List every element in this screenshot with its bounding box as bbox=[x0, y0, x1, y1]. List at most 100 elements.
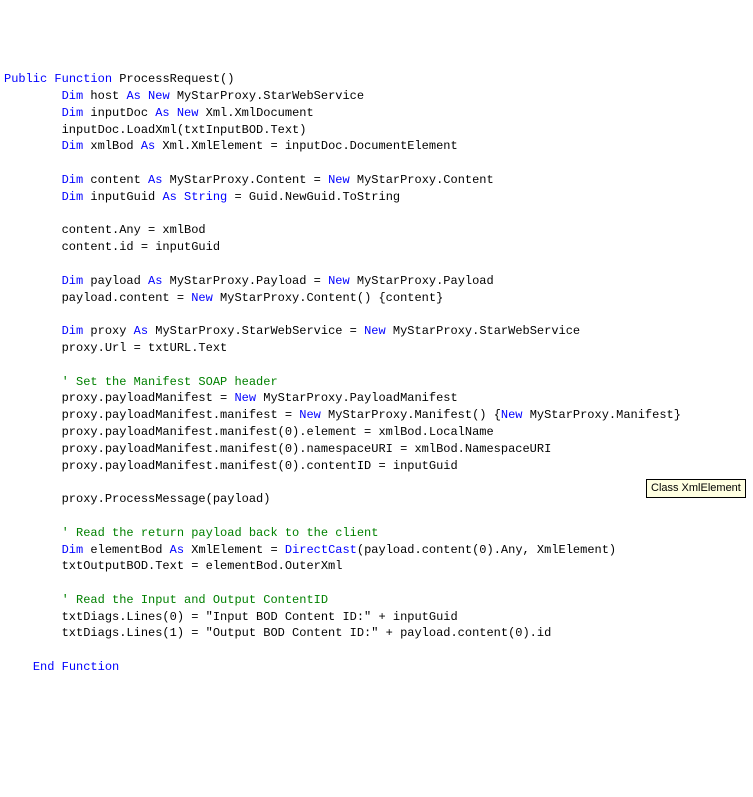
code-line: Dim payload As MyStarProxy.Payload = New… bbox=[4, 273, 749, 290]
code-line: Dim xmlBod As Xml.XmlElement = inputDoc.… bbox=[4, 138, 749, 155]
code-text: Xml.XmlElement = inputDoc.DocumentElemen… bbox=[155, 139, 457, 153]
blank-line bbox=[4, 357, 749, 374]
keyword: Dim bbox=[62, 274, 84, 288]
code-text bbox=[170, 106, 177, 120]
blank-line bbox=[4, 206, 749, 223]
code-line: txtDiags.Lines(0) = "Input BOD Content I… bbox=[4, 609, 749, 626]
code-text bbox=[177, 190, 184, 204]
keyword: String bbox=[184, 190, 227, 204]
code-text: ProcessRequest() bbox=[112, 72, 234, 86]
code-text: content bbox=[83, 173, 148, 187]
code-text bbox=[141, 89, 148, 103]
code-text: = Guid.NewGuid.ToString bbox=[227, 190, 400, 204]
keyword: Dim bbox=[62, 543, 84, 557]
code-text: MyStarProxy.StarWebService = bbox=[148, 324, 364, 338]
keyword: As bbox=[126, 89, 140, 103]
keyword: Dim bbox=[62, 173, 84, 187]
code-line: proxy.ProcessMessage(payload) bbox=[4, 491, 749, 508]
keyword: New bbox=[234, 391, 256, 405]
code-line: Dim host As New MyStarProxy.StarWebServi… bbox=[4, 88, 749, 105]
code-line: Public Function ProcessRequest() bbox=[4, 71, 749, 88]
code-line: payload.content = New MyStarProxy.Conten… bbox=[4, 290, 749, 307]
keyword: New bbox=[191, 291, 213, 305]
indent bbox=[4, 173, 62, 187]
code-line: ' Read the Input and Output ContentID bbox=[4, 592, 749, 609]
code-text: xmlBod bbox=[83, 139, 141, 153]
code-line: proxy.payloadManifest.manifest = New MyS… bbox=[4, 407, 749, 424]
indent bbox=[4, 593, 62, 607]
code-line: Dim inputGuid As String = Guid.NewGuid.T… bbox=[4, 189, 749, 206]
keyword: Function bbox=[62, 660, 120, 674]
code-text: MyStarProxy.Content = bbox=[162, 173, 328, 187]
indent bbox=[4, 190, 62, 204]
code-text: proxy.payloadManifest.manifest = bbox=[4, 408, 299, 422]
code-text: MyStarProxy.Manifest() { bbox=[321, 408, 501, 422]
indent bbox=[4, 324, 62, 338]
keyword: As bbox=[141, 139, 155, 153]
keyword: Public bbox=[4, 72, 47, 86]
code-text: MyStarProxy.Payload bbox=[350, 274, 494, 288]
code-line: txtOutputBOD.Text = elementBod.OuterXml bbox=[4, 558, 749, 575]
keyword: Dim bbox=[62, 139, 84, 153]
code-line: proxy.payloadManifest.manifest(0).conten… bbox=[4, 458, 749, 475]
keyword: New bbox=[299, 408, 321, 422]
code-line: Dim inputDoc As New Xml.XmlDocument bbox=[4, 105, 749, 122]
keyword: As bbox=[155, 106, 169, 120]
blank-line bbox=[4, 642, 749, 659]
keyword: Function bbox=[54, 72, 112, 86]
indent bbox=[4, 139, 62, 153]
comment: ' Read the return payload back to the cl… bbox=[62, 526, 379, 540]
blank-line bbox=[4, 474, 749, 491]
code-text: MyStarProxy.PayloadManifest bbox=[256, 391, 458, 405]
keyword: As bbox=[148, 173, 162, 187]
keyword: New bbox=[328, 274, 350, 288]
code-text: elementBod bbox=[83, 543, 169, 557]
indent bbox=[4, 543, 62, 557]
code-line: ' Read the return payload back to the cl… bbox=[4, 525, 749, 542]
code-line: proxy.payloadManifest = New MyStarProxy.… bbox=[4, 390, 749, 407]
keyword: DirectCast bbox=[285, 543, 357, 557]
indent bbox=[4, 274, 62, 288]
code-text: Xml.XmlDocument bbox=[198, 106, 313, 120]
keyword: As bbox=[170, 543, 184, 557]
indent bbox=[4, 660, 33, 674]
indent bbox=[4, 526, 62, 540]
keyword: New bbox=[501, 408, 523, 422]
blank-line bbox=[4, 306, 749, 323]
indent bbox=[4, 89, 62, 103]
keyword: End bbox=[33, 660, 55, 674]
keyword: Dim bbox=[62, 89, 84, 103]
keyword: New bbox=[148, 89, 170, 103]
code-block: Public Function ProcessRequest() Dim hos… bbox=[4, 71, 749, 676]
code-line: ' Set the Manifest SOAP header bbox=[4, 374, 749, 391]
keyword: New bbox=[364, 324, 386, 338]
blank-line bbox=[4, 508, 749, 525]
code-text: payload bbox=[83, 274, 148, 288]
code-line: inputDoc.LoadXml(txtInputBOD.Text) bbox=[4, 122, 749, 139]
code-text: host bbox=[83, 89, 126, 103]
code-text: MyStarProxy.StarWebService bbox=[170, 89, 364, 103]
code-text: XmlElement = bbox=[184, 543, 285, 557]
code-line: proxy.payloadManifest.manifest(0).namesp… bbox=[4, 441, 749, 458]
indent bbox=[4, 106, 62, 120]
code-text: MyStarProxy.Content() {content} bbox=[213, 291, 443, 305]
code-text bbox=[54, 660, 61, 674]
code-text: MyStarProxy.Manifest} bbox=[523, 408, 681, 422]
code-text: inputGuid bbox=[83, 190, 162, 204]
keyword: New bbox=[328, 173, 350, 187]
keyword: As bbox=[134, 324, 148, 338]
keyword: New bbox=[177, 106, 199, 120]
code-line: content.Any = xmlBod bbox=[4, 222, 749, 239]
keyword: Dim bbox=[62, 106, 84, 120]
code-text: MyStarProxy.StarWebService bbox=[386, 324, 580, 338]
code-text: (payload.content(0).Any, XmlElement) bbox=[357, 543, 616, 557]
indent bbox=[4, 375, 62, 389]
code-line: txtDiags.Lines(1) = "Output BOD Content … bbox=[4, 625, 749, 642]
code-line: Dim proxy As MyStarProxy.StarWebService … bbox=[4, 323, 749, 340]
keyword: Dim bbox=[62, 190, 84, 204]
tooltip: Class XmlElement bbox=[646, 479, 746, 498]
keyword: As bbox=[148, 274, 162, 288]
code-text: inputDoc bbox=[83, 106, 155, 120]
code-line: proxy.Url = txtURL.Text bbox=[4, 340, 749, 357]
code-line: Dim elementBod As XmlElement = DirectCas… bbox=[4, 542, 749, 559]
